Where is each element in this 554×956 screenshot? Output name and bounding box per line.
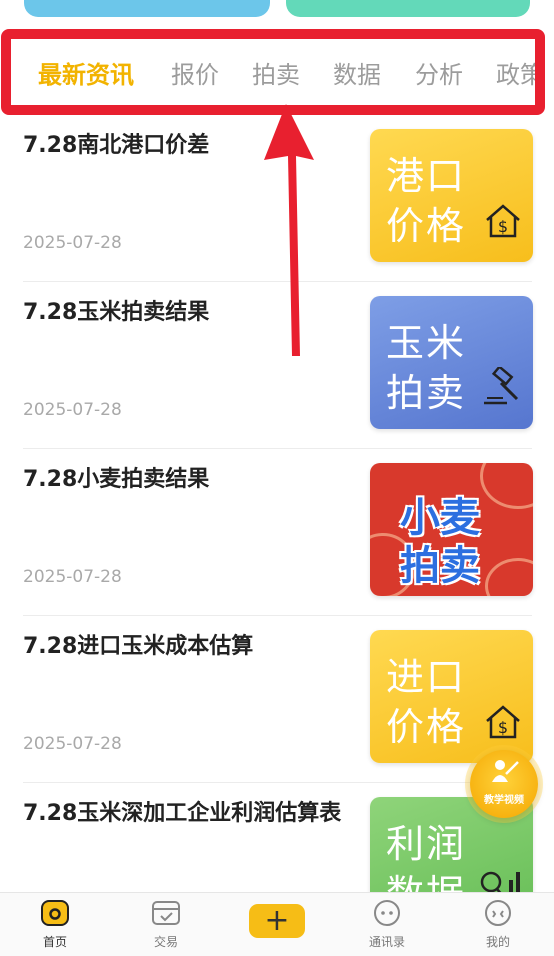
gavel-icon xyxy=(484,367,519,405)
nav-mine-label: 我的 xyxy=(485,935,510,949)
tutorial-video-label: 教学视频 xyxy=(484,795,524,806)
svg-text:$: $ xyxy=(498,217,508,236)
nav-contacts[interactable]: 通讯录 xyxy=(352,899,422,950)
home-icon xyxy=(41,900,69,926)
thumbnail-text: 港口 xyxy=(386,154,467,198)
nav-trade[interactable]: 交易 xyxy=(131,899,201,950)
trade-icon xyxy=(152,901,180,925)
teacher-icon xyxy=(492,760,519,782)
thumbnail-text: 拍卖 xyxy=(400,543,480,589)
add-button[interactable]: + xyxy=(249,904,305,938)
thumbnail-text: 利润 xyxy=(386,822,467,866)
tab-data[interactable]: 数据 xyxy=(333,55,381,90)
tutorial-video-button[interactable]: 教学视频 xyxy=(470,750,538,818)
thumbnail-text: 拍卖 xyxy=(386,371,467,415)
news-title: 7.28进口玉米成本估算 xyxy=(23,634,254,659)
annotation-arrow xyxy=(264,104,314,356)
news-date: 2025-07-28 xyxy=(23,734,122,754)
news-title: 7.28玉米深加工企业利润估算表 xyxy=(23,801,342,826)
top-card-green[interactable] xyxy=(286,0,530,17)
nav-home[interactable]: 首页 xyxy=(20,899,90,950)
bottom-navigation: 首页 交易 + 通讯录 我的 xyxy=(0,892,554,956)
news-thumbnail: 进口 价格 $ xyxy=(370,630,533,763)
tab-analysis[interactable]: 分析 xyxy=(415,55,463,90)
svg-text:$: $ xyxy=(498,718,508,737)
chat-icon xyxy=(374,900,400,926)
nav-mine[interactable]: 我的 xyxy=(463,899,533,950)
thumbnail-text: 价格 xyxy=(386,705,467,749)
house-dollar-icon: $ xyxy=(486,204,520,238)
tab-policy[interactable]: 政策 xyxy=(496,55,535,90)
news-thumbnail: 小麦 拍卖 xyxy=(370,463,533,596)
thumbnail-text: 进口 xyxy=(386,655,467,699)
cloud-pattern xyxy=(485,558,533,596)
thumbnail-text: 价格 xyxy=(386,204,467,248)
news-item[interactable]: 7.28小麦拍卖结果 2025-07-28 小麦 拍卖 xyxy=(0,449,554,616)
house-dollar-icon: $ xyxy=(486,705,520,739)
news-title: 7.28小麦拍卖结果 xyxy=(23,467,210,492)
news-thumbnail: 港口 价格 $ xyxy=(370,129,533,262)
thumbnail-text: 玉米 xyxy=(386,321,467,365)
profile-icon xyxy=(485,900,511,926)
top-card-blue[interactable] xyxy=(24,0,270,17)
news-thumbnail: 玉米 拍卖 xyxy=(370,296,533,429)
news-date: 2025-07-28 xyxy=(23,233,122,253)
tab-quotes[interactable]: 报价 xyxy=(171,55,219,90)
news-date: 2025-07-28 xyxy=(23,400,122,420)
nav-contacts-label: 通讯录 xyxy=(368,935,405,949)
nav-trade-label: 交易 xyxy=(153,935,178,949)
tab-latest-news[interactable]: 最新资讯 xyxy=(38,55,134,90)
nav-home-label: 首页 xyxy=(42,935,67,949)
cloud-pattern xyxy=(480,463,533,509)
tab-auction[interactable]: 拍卖 xyxy=(252,55,300,90)
news-date: 2025-07-28 xyxy=(23,567,122,587)
news-item[interactable]: 7.28进口玉米成本估算 2025-07-28 进口 价格 $ xyxy=(0,616,554,783)
